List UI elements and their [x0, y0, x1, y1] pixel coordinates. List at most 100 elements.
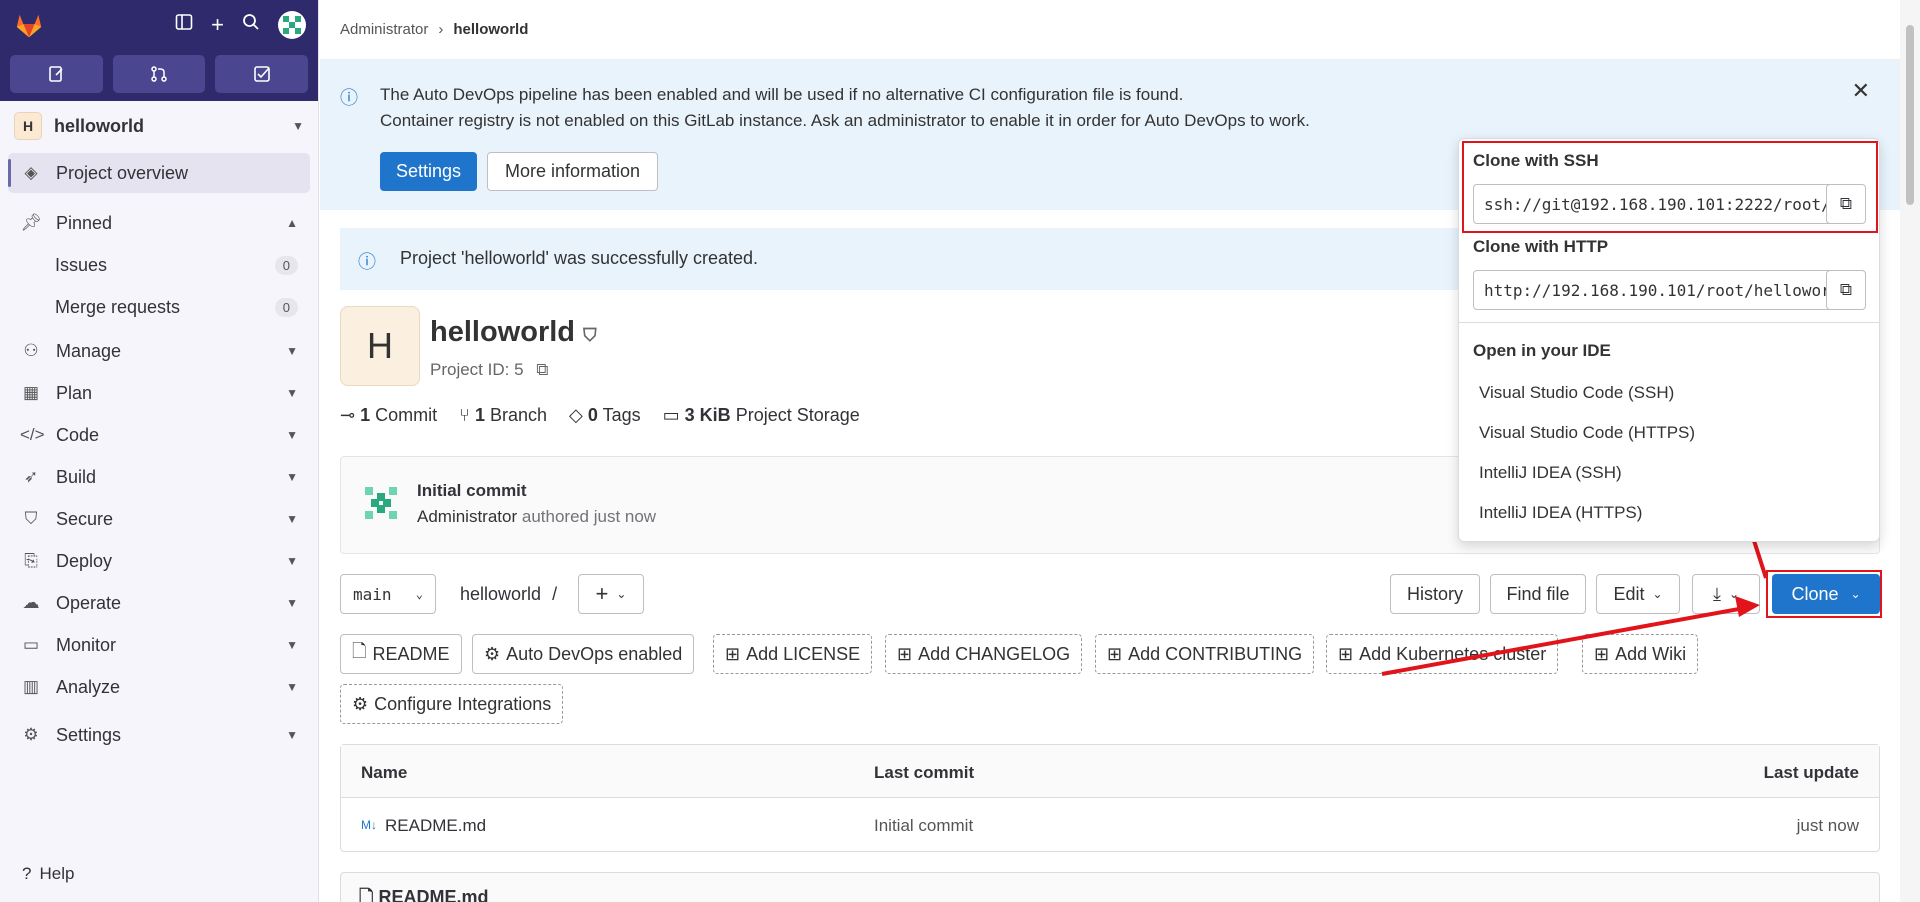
- sidebar-item-operate[interactable]: ☁ Operate ▼: [8, 583, 310, 623]
- clone-dropdown-menu: Clone with SSH ⧉ Clone with HTTP ⧉ Open …: [1458, 138, 1880, 542]
- breadcrumb-current[interactable]: helloworld: [453, 21, 528, 38]
- branches-stat[interactable]: ⑂ 1 Branch: [459, 405, 547, 426]
- chevron-down-icon: ⌄: [1728, 587, 1740, 601]
- sidebar-item-issues[interactable]: Issues 0: [8, 245, 310, 285]
- tags-stat[interactable]: ◇ 0 Tags: [569, 405, 641, 426]
- configure-integrations-shortcut[interactable]: ⚙ Configure Integrations: [340, 684, 564, 724]
- new-plus-icon[interactable]: +: [211, 12, 224, 38]
- find-file-button[interactable]: Find file: [1490, 574, 1586, 614]
- scrollbar-thumb[interactable]: [1906, 25, 1914, 205]
- more-information-button[interactable]: More information: [487, 152, 658, 191]
- history-button[interactable]: History: [1390, 574, 1480, 614]
- visibility-shield-icon: ⛉: [583, 325, 597, 345]
- sidebar-project-switcher[interactable]: H helloworld ▼: [0, 101, 318, 151]
- sidebar-item-settings[interactable]: ⚙ Settings ▼: [8, 715, 310, 755]
- sidebar-item-build[interactable]: ➶ Build ▼: [8, 457, 310, 497]
- plus-square-icon: ⊞: [897, 643, 913, 664]
- users-icon: ⚇: [23, 341, 39, 360]
- sidebar-item-pinned[interactable]: 📌︎ Pinned ▲: [8, 203, 310, 243]
- commits-stat[interactable]: ⊸ 1 Commit: [340, 405, 437, 426]
- sidebar-item-project-overview[interactable]: ◈ Project overview: [8, 153, 310, 193]
- issues-quick-button[interactable]: [10, 55, 103, 93]
- copy-icon[interactable]: ⧉: [536, 360, 548, 379]
- sidebar-item-monitor[interactable]: ▭ Monitor ▼: [8, 625, 310, 665]
- readme-title: README.md: [378, 887, 489, 902]
- branch-name: main: [353, 584, 392, 604]
- user-avatar[interactable]: [278, 10, 306, 39]
- sidebar-item-deploy[interactable]: ⎘ Deploy ▼: [8, 541, 310, 581]
- pin-icon: 📌︎: [20, 213, 42, 232]
- sidebar-item-label: Pinned: [56, 212, 113, 233]
- breadcrumb: Administrator › helloworld: [320, 0, 1900, 60]
- ide-vscode-https-item[interactable]: Visual Studio Code (HTTPS): [1479, 423, 1695, 443]
- add-license-shortcut[interactable]: ⊞ Add LICENSE: [713, 634, 873, 674]
- sidebar-item-manage[interactable]: ⚇ Manage ▼: [8, 331, 310, 371]
- merge-requests-quick-button[interactable]: [112, 55, 206, 93]
- cloud-gear-icon: ☁: [22, 593, 40, 612]
- file-icon: 🗋︎: [359, 887, 374, 902]
- add-file-dropdown[interactable]: + ⌄: [578, 574, 644, 614]
- deploy-icon: ⎘: [24, 551, 38, 570]
- sidebar-item-secure[interactable]: ⛉ Secure ▼: [8, 499, 310, 539]
- code-icon: </>: [20, 425, 45, 444]
- clone-http-heading: Clone with HTTP: [1473, 237, 1609, 256]
- storage-label: Project Storage: [735, 405, 860, 425]
- sidebar-item-label: Project overview: [56, 162, 189, 183]
- sidebar-item-merge-requests[interactable]: Merge requests 0: [8, 287, 310, 327]
- readme-header: 🗋︎ README.md: [340, 872, 1880, 902]
- search-icon[interactable]: [242, 13, 260, 37]
- edit-dropdown[interactable]: Edit ⌄: [1596, 574, 1680, 614]
- file-last-commit[interactable]: Initial commit: [874, 816, 973, 836]
- branch-selector[interactable]: main ⌄: [340, 574, 436, 614]
- repo-path: helloworld /: [460, 584, 557, 605]
- clone-http-url-input[interactable]: [1473, 270, 1847, 310]
- project-title-text: helloworld: [430, 316, 575, 348]
- repo-path-root[interactable]: helloworld: [460, 584, 541, 604]
- file-name[interactable]: README.md: [385, 816, 486, 836]
- ide-intellij-ssh-item[interactable]: IntelliJ IDEA (SSH): [1479, 463, 1622, 483]
- commits-count: 1: [360, 405, 371, 425]
- breadcrumb-parent[interactable]: Administrator: [340, 21, 428, 38]
- todos-quick-button[interactable]: [215, 55, 309, 93]
- ide-vscode-ssh-item[interactable]: Visual Studio Code (SSH): [1479, 383, 1674, 403]
- download-dropdown[interactable]: ⤓ ⌄: [1692, 574, 1760, 614]
- sidebar-toggle-icon[interactable]: [175, 13, 193, 37]
- chevron-down-icon: ▼: [286, 680, 298, 694]
- auto-devops-shortcut[interactable]: ⚙ Auto DevOps enabled: [472, 634, 695, 674]
- copy-http-url-button[interactable]: ⧉: [1826, 270, 1866, 310]
- commit-title[interactable]: Initial commit: [417, 481, 527, 501]
- chevron-down-icon: ▼: [286, 638, 298, 652]
- plus-square-icon: ⊞: [725, 643, 741, 664]
- gitlab-logo-icon[interactable]: [12, 8, 46, 42]
- settings-button[interactable]: Settings: [380, 152, 477, 191]
- page-scrollbar[interactable]: [1900, 0, 1920, 902]
- close-icon[interactable]: ✕: [1852, 78, 1870, 104]
- help-icon: ?: [22, 864, 32, 883]
- issues-icon: [49, 66, 63, 82]
- chevron-down-icon: ⌄: [616, 587, 627, 601]
- sidebar-item-plan[interactable]: ▦ Plan ▼: [8, 373, 310, 413]
- issues-count-badge: 0: [274, 255, 298, 275]
- sidebar-item-code[interactable]: </> Code ▼: [8, 415, 310, 455]
- info-icon: ⓘ: [358, 252, 376, 272]
- storage-stat[interactable]: ▭ 3 KiB Project Storage: [663, 405, 860, 426]
- add-wiki-shortcut[interactable]: ⊞ Add Wiki: [1582, 634, 1699, 674]
- info-icon: ⓘ: [340, 88, 358, 108]
- add-kubernetes-shortcut[interactable]: ⊞ Add Kubernetes cluster: [1326, 634, 1559, 674]
- help-link[interactable]: ? Help: [22, 864, 74, 884]
- add-changelog-shortcut[interactable]: ⊞ Add CHANGELOG: [885, 634, 1083, 674]
- sidebar-item-label: Build: [56, 466, 97, 487]
- add-contributing-shortcut[interactable]: ⊞ Add CONTRIBUTING: [1095, 634, 1315, 674]
- table-row[interactable]: M↓ README.md Initial commit just now: [341, 798, 1879, 851]
- readme-shortcut[interactable]: 🗋︎ README: [340, 634, 462, 674]
- storage-icon: ▭: [662, 405, 680, 425]
- commit-author[interactable]: Administrator: [417, 507, 517, 526]
- table-header: Name Last commit Last update: [341, 745, 1879, 798]
- chevron-down-icon: ▼: [286, 728, 298, 742]
- help-label: Help: [39, 864, 75, 883]
- chevron-down-icon: ▼: [286, 512, 298, 526]
- annotation-box-clone: [1766, 570, 1882, 618]
- sidebar-item-analyze[interactable]: ▥ Analyze ▼: [8, 667, 310, 707]
- ide-intellij-https-item[interactable]: IntelliJ IDEA (HTTPS): [1479, 503, 1642, 523]
- sidebar-item-label: Secure: [56, 508, 114, 529]
